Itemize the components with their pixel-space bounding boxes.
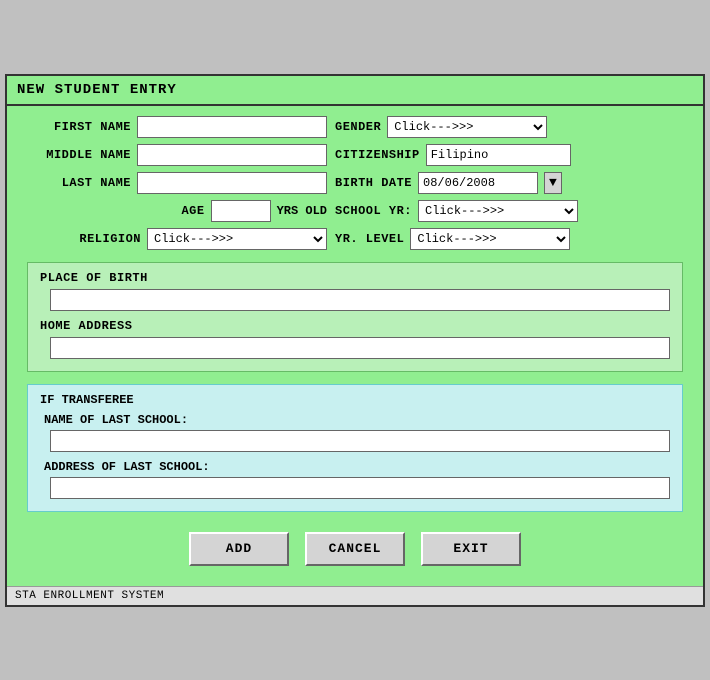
button-row: ADD CANCEL EXIT	[27, 526, 683, 576]
window-title: NEW STUDENT ENTRY	[17, 82, 177, 98]
religion-select[interactable]: Click--->>> Catholic Other	[147, 228, 327, 250]
right-schoolyr: SCHOOL YR: Click--->>>	[335, 200, 675, 222]
gender-label: GENDER	[335, 120, 381, 134]
last-school-label: NAME OF LAST SCHOOL:	[44, 413, 670, 427]
middle-name-label: MIDDLE NAME	[46, 148, 131, 162]
row-lastname-birthdate: LAST NAME BIRTH DATE ▼	[27, 172, 683, 194]
place-of-birth-input[interactable]	[50, 289, 670, 311]
right-gender: GENDER Click--->>> Male Female	[335, 116, 675, 138]
citizenship-label: CITIZENSHIP	[335, 148, 420, 162]
add-button[interactable]: ADD	[189, 532, 289, 566]
exit-button[interactable]: EXIT	[421, 532, 521, 566]
row-age-schoolyr: AGE YRS OLD SCHOOL YR: Click--->>>	[27, 200, 683, 222]
home-address-label: HOME ADDRESS	[40, 319, 670, 333]
left-lastname: LAST NAME	[27, 172, 327, 194]
gender-select[interactable]: Click--->>> Male Female	[387, 116, 547, 138]
left-firstname: FIRST NAME	[27, 116, 327, 138]
top-form: FIRST NAME GENDER Click--->>> Male Femal…	[27, 116, 683, 250]
birthdate-input[interactable]	[418, 172, 538, 194]
home-address-input[interactable]	[50, 337, 670, 359]
status-bar: STA ENROLLMENT SYSTEM	[7, 586, 703, 605]
first-name-label: FIRST NAME	[54, 120, 131, 134]
last-school-address-input[interactable]	[50, 477, 670, 499]
last-school-input[interactable]	[50, 430, 670, 452]
main-window: NEW STUDENT ENTRY FIRST NAME GENDER Clic…	[5, 74, 705, 607]
religion-label: RELIGION	[79, 232, 141, 246]
yr-level-label: YR. LEVEL	[335, 232, 404, 246]
place-address-section: PLACE OF BIRTH HOME ADDRESS	[27, 262, 683, 372]
transferee-section: IF TRANSFEREE NAME OF LAST SCHOOL: ADDRE…	[27, 384, 683, 512]
row-firstname-gender: FIRST NAME GENDER Click--->>> Male Femal…	[27, 116, 683, 138]
middle-name-input[interactable]	[137, 144, 327, 166]
age-label: AGE	[181, 204, 204, 218]
left-religion: RELIGION Click--->>> Catholic Other	[27, 228, 327, 250]
status-text: STA ENROLLMENT SYSTEM	[15, 590, 164, 602]
age-input[interactable]	[211, 200, 271, 222]
left-age: AGE YRS OLD	[27, 200, 327, 222]
first-name-input[interactable]	[137, 116, 327, 138]
birthdate-label: BIRTH DATE	[335, 176, 412, 190]
last-name-label: LAST NAME	[62, 176, 131, 190]
right-birthdate: BIRTH DATE ▼	[335, 172, 675, 194]
cancel-button[interactable]: CANCEL	[305, 532, 405, 566]
title-bar: NEW STUDENT ENTRY	[7, 76, 703, 106]
right-citizenship: CITIZENSHIP	[335, 144, 675, 166]
birthdate-dropdown-icon[interactable]: ▼	[544, 172, 562, 194]
form-content: FIRST NAME GENDER Click--->>> Male Femal…	[7, 106, 703, 586]
citizenship-input[interactable]	[426, 144, 571, 166]
left-middlename: MIDDLE NAME	[27, 144, 327, 166]
row-middlename-citizenship: MIDDLE NAME CITIZENSHIP	[27, 144, 683, 166]
yrs-old-label: YRS OLD	[277, 204, 327, 218]
school-yr-select[interactable]: Click--->>>	[418, 200, 578, 222]
right-yrlevel: YR. LEVEL Click--->>>	[335, 228, 675, 250]
transferee-title: IF TRANSFEREE	[40, 393, 670, 407]
last-school-address-label: ADDRESS OF LAST SCHOOL:	[44, 460, 670, 474]
row-religion-yrlevel: RELIGION Click--->>> Catholic Other YR. …	[27, 228, 683, 250]
last-name-input[interactable]	[137, 172, 327, 194]
school-yr-label: SCHOOL YR:	[335, 204, 412, 218]
yr-level-select[interactable]: Click--->>>	[410, 228, 570, 250]
place-of-birth-label: PLACE OF BIRTH	[40, 271, 670, 285]
